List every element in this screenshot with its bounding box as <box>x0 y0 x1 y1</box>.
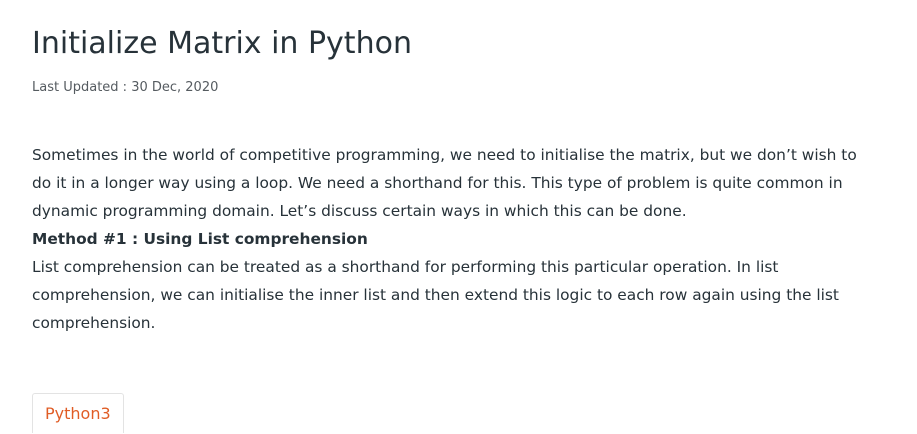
last-updated-date: Last Updated : 30 Dec, 2020 <box>32 80 219 95</box>
python3-tab[interactable]: Python3 <box>32 393 124 433</box>
page-title: Initialize Matrix in Python <box>32 26 412 61</box>
article-body: Sometimes in the world of competitive pr… <box>32 141 877 337</box>
method-heading: Method #1 : Using List comprehension <box>32 230 368 248</box>
method-paragraph: List comprehension can be treated as a s… <box>32 258 839 332</box>
intro-paragraph: Sometimes in the world of competitive pr… <box>32 146 857 220</box>
